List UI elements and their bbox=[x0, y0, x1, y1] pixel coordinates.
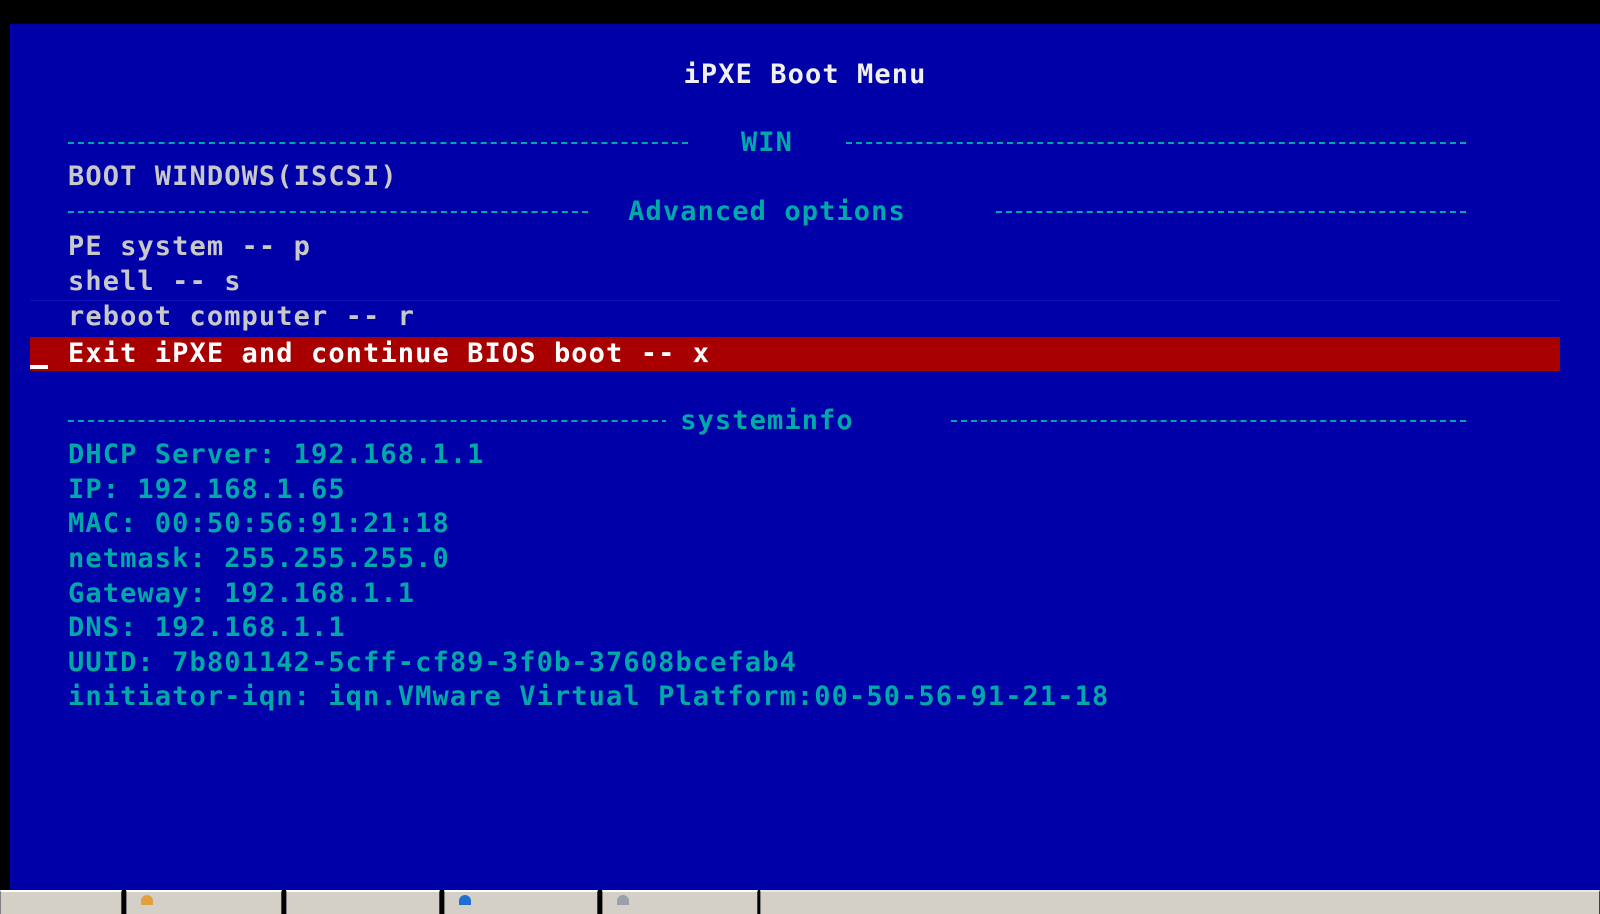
info-mac: MAC: 00:50:56:91:21:18 bbox=[68, 508, 450, 539]
taskbar-button[interactable] bbox=[444, 890, 598, 914]
taskbar-button[interactable] bbox=[602, 890, 758, 914]
info-gateway: Gateway: 192.168.1.1 bbox=[68, 578, 416, 609]
info-netmask: netmask: 255.255.255.0 bbox=[68, 543, 450, 574]
info-uuid: UUID: 7b801142-5cff-cf89-3f0b-37608bcefa… bbox=[68, 647, 797, 678]
menu-item-boot-windows[interactable]: BOOT WINDOWS(ISCSI) bbox=[68, 160, 398, 194]
section-header-systeminfo: systeminfo bbox=[68, 404, 1466, 438]
section-header-advanced-options: Advanced options bbox=[68, 195, 1466, 229]
section-label-systeminfo: systeminfo bbox=[666, 405, 868, 436]
info-dns: DNS: 192.168.1.1 bbox=[68, 612, 346, 643]
taskbar-button[interactable] bbox=[0, 890, 122, 914]
browser-icon bbox=[459, 895, 471, 905]
info-dhcp-server: DHCP Server: 192.168.1.1 bbox=[68, 439, 485, 470]
ipxe-console-screen: iPXE Boot Menu WIN BOOT WINDOWS(ISCSI) A… bbox=[10, 24, 1600, 890]
taskbar-empty-area bbox=[760, 890, 1600, 914]
section-header-win: WIN bbox=[68, 126, 1466, 160]
app-icon bbox=[617, 895, 629, 905]
taskbar bbox=[0, 890, 1600, 914]
section-label-win: WIN bbox=[726, 127, 808, 158]
menu-item-exit-selected[interactable]: Exit iPXE and continue BIOS boot -- x bbox=[30, 337, 1560, 371]
menu-title: iPXE Boot Menu bbox=[683, 59, 927, 90]
info-ip: IP: 192.168.1.65 bbox=[68, 474, 346, 505]
menu-item-reboot[interactable]: reboot computer -- r bbox=[68, 300, 415, 334]
text-cursor bbox=[30, 365, 48, 369]
folder-icon bbox=[141, 895, 153, 905]
taskbar-button[interactable] bbox=[286, 890, 440, 914]
menu-item-shell[interactable]: shell -- s bbox=[68, 265, 242, 299]
taskbar-button[interactable] bbox=[126, 890, 282, 914]
info-initiator-iqn: initiator-iqn: iqn.VMware Virtual Platfo… bbox=[68, 681, 1110, 712]
section-label-advanced-options: Advanced options bbox=[614, 196, 920, 227]
menu-item-exit-label: Exit iPXE and continue BIOS boot -- x bbox=[68, 338, 711, 369]
menu-item-pe-system[interactable]: PE system -- p bbox=[68, 230, 311, 264]
